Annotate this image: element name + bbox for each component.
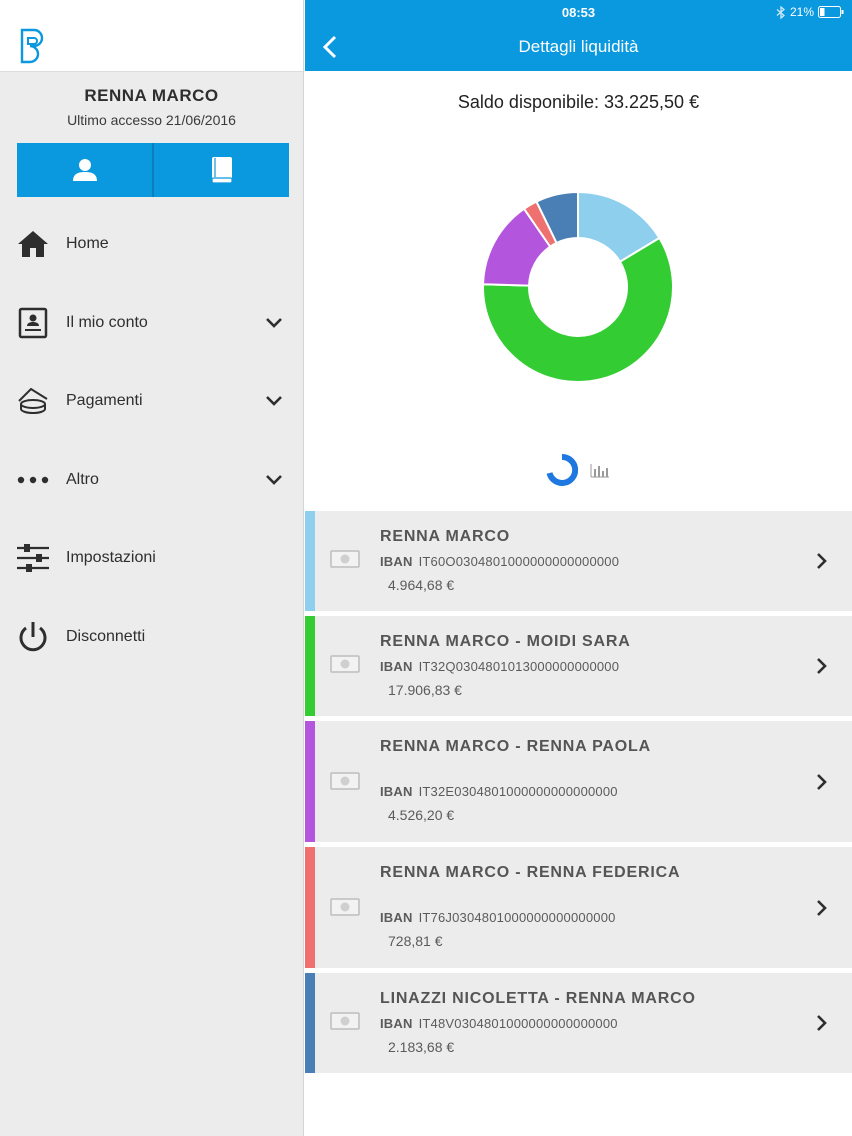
bank-logo-icon: [20, 28, 44, 64]
account-row[interactable]: RENNA MARCO - MOIDI SARA IBAN IT32Q030480…: [305, 616, 852, 716]
sidebar-menu: Home Il mio conto Pagamenti Altro Impost…: [0, 205, 304, 676]
account-holder: RENNA MARCO - RENNA FEDERICA: [380, 864, 681, 881]
battery-percent: 21%: [789, 5, 814, 19]
menu-item-home[interactable]: Home: [0, 205, 304, 284]
profile-tab-button[interactable]: [17, 143, 152, 197]
menu-label: Impostazioni: [66, 549, 156, 567]
account-color-strip: [305, 721, 315, 842]
menu-item-disconnetti[interactable]: Disconnetti: [0, 598, 304, 677]
menu-label: Home: [66, 235, 109, 253]
account-amount: 4.964,68 €: [388, 577, 455, 593]
iban-label: IBAN: [380, 910, 413, 925]
account-holder: LINAZZI NICOLETTA - RENNA MARCO: [380, 990, 696, 1007]
status-time: 08:53: [561, 5, 596, 20]
iban-value: IT32Q0304801013000000000000: [418, 659, 620, 674]
banknote-icon: [330, 550, 360, 568]
main-panel: 08:53 21% Dettagli liquidità Saldo dispo…: [305, 0, 852, 1136]
account-iban: IBAN IT32Q0304801013000000000000: [380, 659, 619, 674]
battery-icon: [818, 6, 844, 18]
chart-type-switch: [546, 454, 610, 486]
account-iban: IBAN IT48V0304801000000000000000: [380, 1016, 618, 1031]
iban-value: IT32E0304801000000000000000: [418, 784, 618, 799]
iban-label: IBAN: [380, 1016, 413, 1031]
settings-sliders-icon: [16, 541, 50, 575]
chevron-right-icon: [817, 773, 827, 790]
iban-label: IBAN: [380, 554, 413, 569]
menu-item-pagamenti[interactable]: Pagamenti: [0, 362, 304, 441]
banknote-icon: [330, 772, 360, 790]
more-dots-icon: [16, 463, 50, 497]
account-color-strip: [305, 847, 315, 968]
sidebar: RENNA MARCO Ultimo accesso 21/06/2016 Ho…: [0, 0, 304, 1136]
book-icon: [210, 157, 233, 184]
account-amount: 17.906,83 €: [388, 682, 462, 698]
menu-label: Pagamenti: [66, 392, 143, 410]
donut-chart-toggle-icon[interactable]: [546, 454, 578, 486]
account-amount: 728,81 €: [388, 933, 443, 949]
account-color-strip: [305, 616, 315, 716]
account-row[interactable]: RENNA MARCO - RENNA PAOLA IBAN IT32E03048…: [305, 721, 852, 842]
nav-bar: Dettagli liquidità: [305, 24, 852, 71]
menu-label: Il mio conto: [66, 313, 148, 331]
account-amount: 2.183,68 €: [388, 1039, 455, 1055]
chevron-right-icon: [817, 658, 827, 674]
iban-value: IT48V0304801000000000000000: [418, 1016, 618, 1031]
liquidity-donut-chart: [482, 190, 674, 383]
iban-label: IBAN: [380, 784, 413, 799]
account-amount: 4.526,20 €: [388, 807, 455, 823]
payments-icon: [16, 384, 50, 418]
iban-value: IT60O0304801000000000000000: [418, 554, 620, 569]
menu-label: Disconnetti: [66, 627, 146, 645]
status-bar: 08:53 21%: [305, 0, 852, 24]
logo-bar: [0, 0, 303, 72]
iban-value: IT76J0304801000000000000000: [418, 910, 616, 925]
user-icon: [72, 159, 97, 181]
account-color-strip: [305, 511, 315, 611]
bar-chart-toggle-icon[interactable]: [590, 462, 610, 478]
chevron-down-icon[interactable]: [266, 394, 282, 408]
power-icon: [16, 620, 50, 654]
banknote-icon: [330, 655, 360, 673]
chevron-right-icon: [817, 1015, 827, 1031]
user-name: RENNA MARCO: [84, 86, 219, 105]
last-access: Ultimo accesso 21/06/2016: [67, 112, 236, 128]
bluetooth-icon: [776, 5, 785, 19]
accounts-list: RENNA MARCO IBAN IT60O0304801000000000000…: [305, 511, 852, 1078]
chevron-right-icon: [817, 553, 827, 569]
account-card-icon: [16, 306, 50, 340]
account-iban: IBAN IT76J0304801000000000000000: [380, 910, 616, 925]
available-balance: Saldo disponibile: 33.225,50 €: [457, 92, 700, 112]
banknote-icon: [330, 898, 360, 916]
menu-label: Altro: [66, 470, 99, 488]
menu-item-altro[interactable]: Altro: [0, 441, 304, 520]
home-icon: [16, 227, 50, 261]
account-row[interactable]: LINAZZI NICOLETTA - RENNA MARCO IBAN IT48…: [305, 973, 852, 1073]
chevron-down-icon[interactable]: [266, 473, 282, 487]
account-color-strip: [305, 973, 315, 1073]
iban-label: IBAN: [380, 659, 413, 674]
menu-item-impostazioni[interactable]: Impostazioni: [0, 519, 304, 598]
account-iban: IBAN IT32E0304801000000000000000: [380, 784, 618, 799]
chevron-down-icon[interactable]: [266, 316, 282, 330]
account-row[interactable]: RENNA MARCO IBAN IT60O0304801000000000000…: [305, 511, 852, 611]
account-iban: IBAN IT60O0304801000000000000000: [380, 554, 619, 569]
account-holder: RENNA MARCO - RENNA PAOLA: [380, 738, 651, 755]
account-holder: RENNA MARCO: [380, 528, 510, 545]
book-tab-button[interactable]: [152, 143, 289, 197]
sidebar-tab-bar: [17, 143, 289, 197]
chevron-right-icon: [817, 899, 827, 916]
page-title: Dettagli liquidità: [518, 37, 639, 56]
account-holder: RENNA MARCO - MOIDI SARA: [380, 633, 631, 650]
status-right: 21%: [776, 5, 844, 19]
banknote-icon: [330, 1012, 360, 1030]
menu-item-il-mio-conto[interactable]: Il mio conto: [0, 284, 304, 363]
account-row[interactable]: RENNA MARCO - RENNA FEDERICA IBAN IT76J03…: [305, 847, 852, 968]
